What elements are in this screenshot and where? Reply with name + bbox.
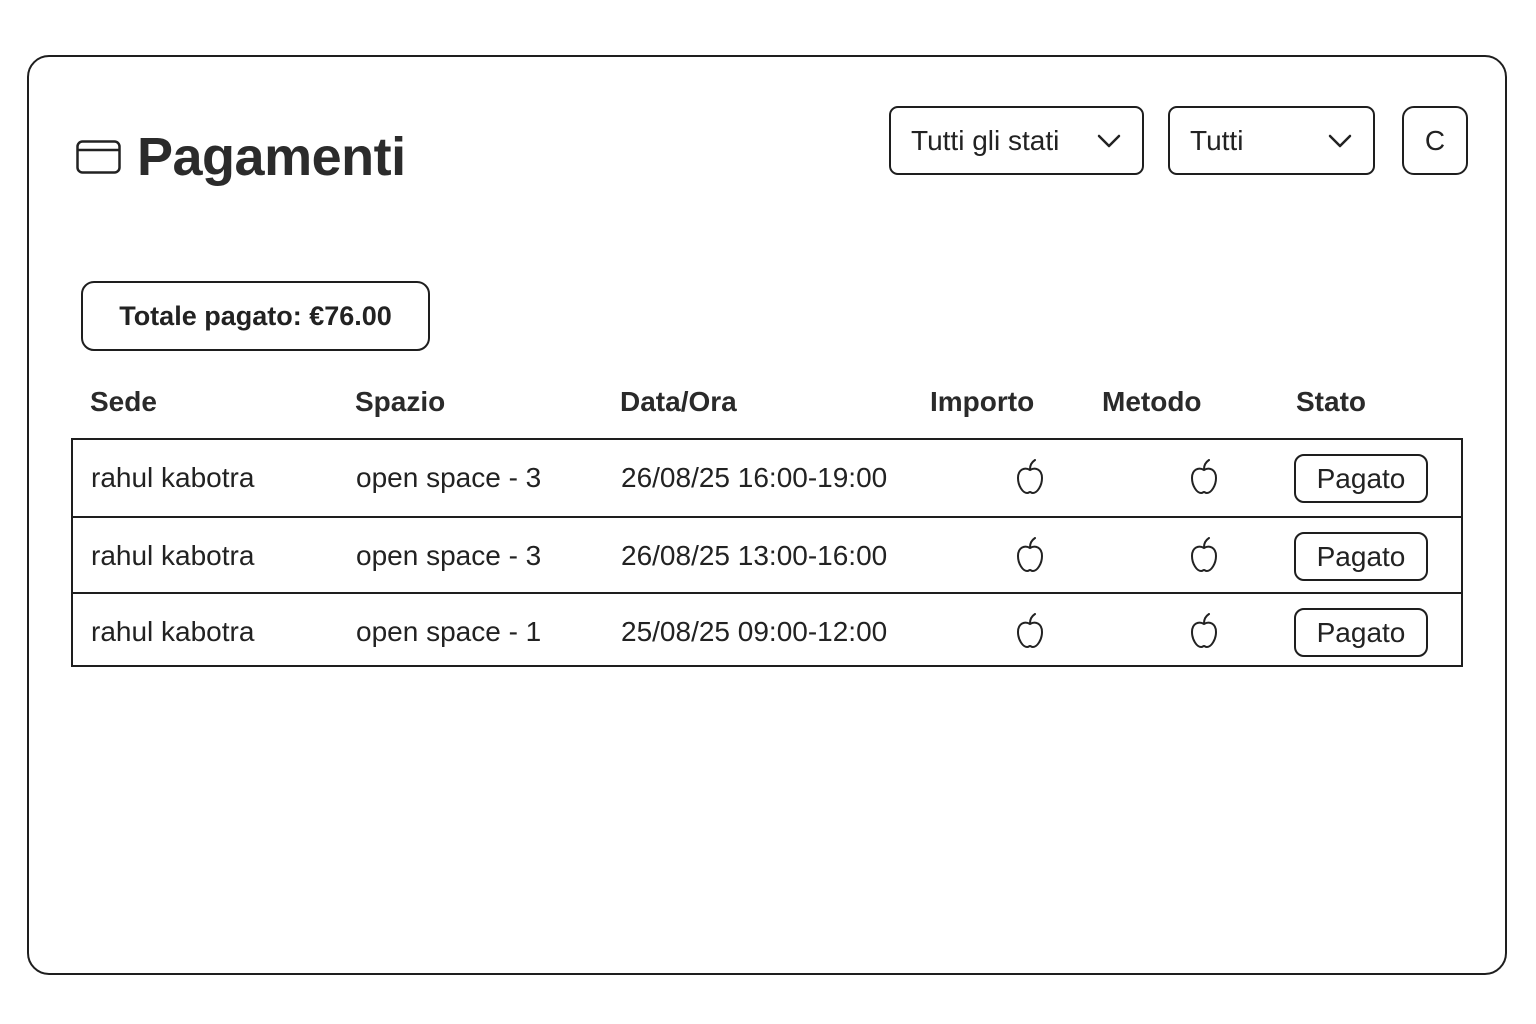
table-row[interactable]: rahul kabotra open space - 3 26/08/25 13… (73, 516, 1461, 594)
cell-sede: rahul kabotra (91, 540, 255, 571)
column-header-spazio: Spazio (355, 386, 446, 417)
total-paid-label: Totale pagato: €76.00 (119, 300, 392, 331)
column-header-stato: Stato (1296, 386, 1366, 417)
column-header-data-ora: Data/Ora (620, 386, 737, 417)
cell-data-ora: 26/08/25 16:00-19:00 (621, 462, 888, 493)
cell-spazio: open space - 3 (356, 540, 542, 571)
page-title: Pagamenti (137, 127, 406, 187)
column-header-importo: Importo (930, 386, 1035, 417)
chevron-down-icon (1097, 134, 1121, 148)
status-filter-select[interactable]: Tutti gli stati (889, 106, 1144, 175)
credit-card-icon (76, 140, 121, 174)
status-badge: Pagato (1294, 532, 1428, 581)
cell-data-ora: 26/08/25 13:00-16:00 (621, 540, 888, 571)
status-badge: Pagato (1294, 454, 1428, 503)
period-filter-select[interactable]: Tutti (1168, 106, 1375, 175)
refresh-button-label: C (1424, 124, 1446, 156)
column-header-metodo: Metodo (1102, 386, 1202, 417)
apple-icon (1190, 613, 1218, 649)
column-header-sede: Sede (90, 386, 157, 417)
apple-icon (1190, 459, 1218, 495)
period-filter-value: Tutti (1190, 124, 1244, 156)
cell-spazio: open space - 3 (356, 462, 542, 493)
apple-icon (1190, 537, 1218, 573)
status-badge: Pagato (1294, 608, 1428, 657)
cell-sede: rahul kabotra (91, 616, 255, 647)
status-filter-value: Tutti gli stati (911, 124, 1060, 156)
page-header: Pagamenti (76, 126, 406, 188)
cell-spazio: open space - 1 (356, 616, 542, 647)
refresh-button[interactable]: C (1402, 106, 1468, 175)
table-row[interactable]: rahul kabotra open space - 1 25/08/25 09… (73, 592, 1461, 670)
table-row[interactable]: rahul kabotra open space - 3 26/08/25 16… (73, 440, 1461, 516)
chevron-down-icon (1328, 134, 1352, 148)
cell-data-ora: 25/08/25 09:00-12:00 (621, 616, 888, 647)
apple-icon (1016, 537, 1044, 573)
apple-icon (1016, 613, 1044, 649)
total-paid-summary: Totale pagato: €76.00 (81, 281, 430, 351)
cell-sede: rahul kabotra (91, 462, 255, 493)
apple-icon (1016, 459, 1044, 495)
payments-table: rahul kabotra open space - 3 26/08/25 16… (71, 438, 1463, 667)
